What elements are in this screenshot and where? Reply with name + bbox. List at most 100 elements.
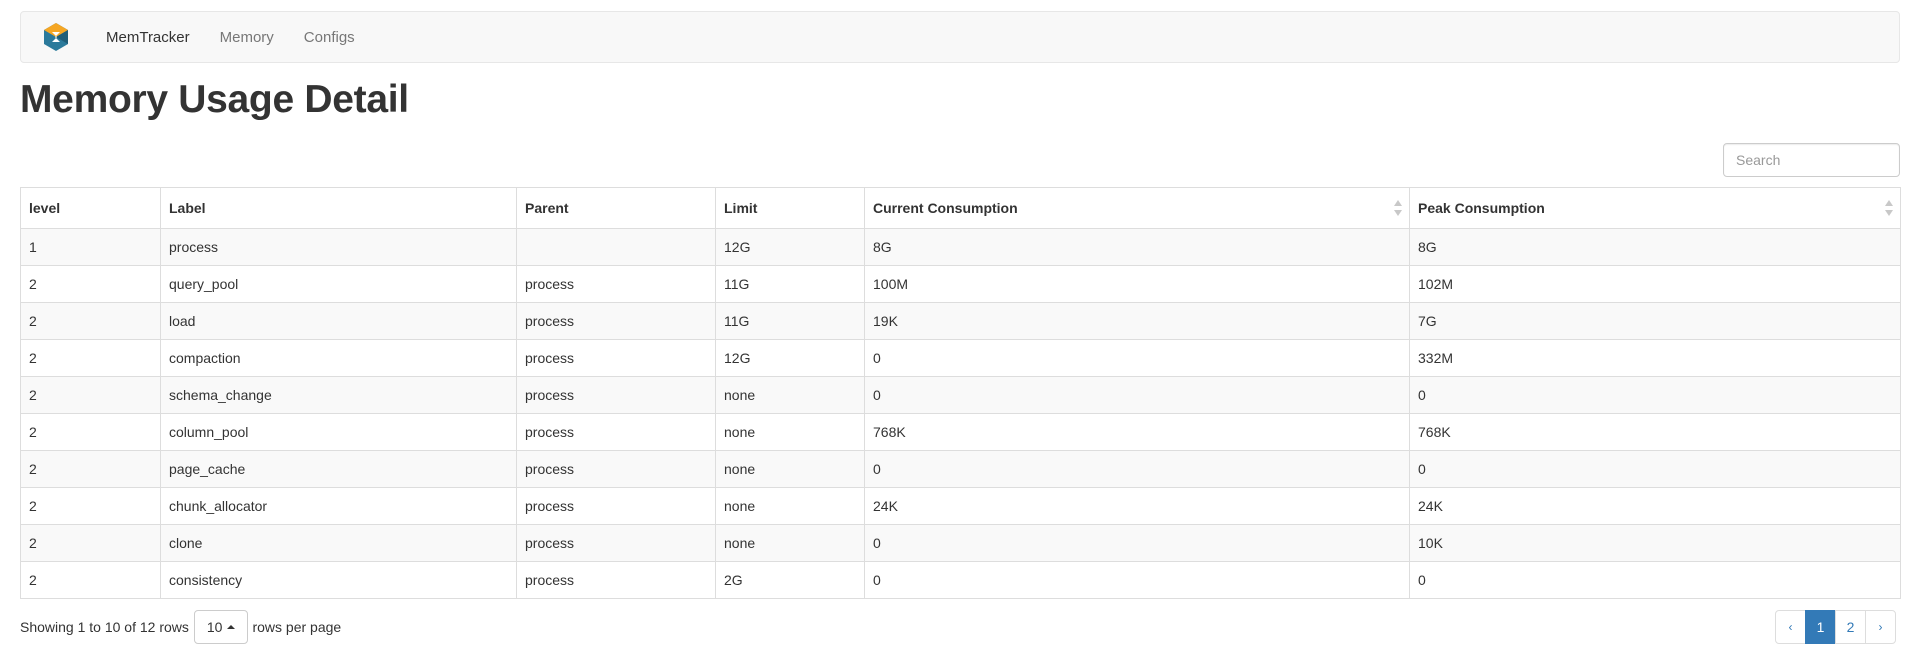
cell-peak-consumption: 332M [1409, 339, 1901, 377]
pagination-next-button[interactable]: › [1865, 610, 1896, 644]
cell-peak-consumption: 10K [1409, 524, 1901, 562]
pagination-prev-button[interactable]: ‹ [1775, 610, 1806, 644]
column-header-current-consumption[interactable]: Current Consumption [864, 187, 1410, 229]
cell-current-consumption: 0 [864, 339, 1410, 377]
cell-peak-consumption: 8G [1409, 228, 1901, 266]
pagination-page-2[interactable]: 2 [1835, 610, 1866, 644]
cell-peak-consumption: 768K [1409, 413, 1901, 451]
cell-current-consumption: 0 [864, 524, 1410, 562]
table-row: 2 clone process none 0 10K [20, 524, 1901, 562]
cell-peak-consumption: 0 [1409, 561, 1901, 599]
cell-current-consumption: 24K [864, 487, 1410, 525]
column-header-label: Peak Consumption [1418, 200, 1545, 216]
cell-parent: process [516, 450, 716, 488]
caret-up-icon [227, 625, 236, 629]
page-size-value: 10 [206, 619, 223, 635]
cell-level: 1 [20, 228, 161, 266]
table-row: 2 consistency process 2G 0 0 [20, 561, 1901, 599]
cell-label: page_cache [160, 450, 517, 488]
cell-label: chunk_allocator [160, 487, 517, 525]
cell-level: 2 [20, 413, 161, 451]
cell-level: 2 [20, 376, 161, 414]
cell-current-consumption: 768K [864, 413, 1410, 451]
cell-peak-consumption: 0 [1409, 450, 1901, 488]
column-header-label: Parent [525, 200, 569, 216]
cell-level: 2 [20, 450, 161, 488]
cell-current-consumption: 100M [864, 265, 1410, 303]
cell-level: 2 [20, 487, 161, 525]
sort-icon[interactable] [1393, 200, 1403, 216]
cell-parent: process [516, 265, 716, 303]
table-row: 2 page_cache process none 0 0 [20, 450, 1901, 488]
cell-limit: none [715, 487, 865, 525]
cell-parent: process [516, 302, 716, 340]
cell-label: process [160, 228, 517, 266]
cell-current-consumption: 19K [864, 302, 1410, 340]
cell-level: 2 [20, 524, 161, 562]
cell-current-consumption: 0 [864, 561, 1410, 599]
cell-parent: process [516, 339, 716, 377]
table-header-row: level Label Parent Limit Current Consump… [20, 187, 1901, 229]
cell-label: schema_change [160, 376, 517, 414]
sort-icon[interactable] [1884, 200, 1894, 216]
cell-current-consumption: 0 [864, 450, 1410, 488]
cell-parent: process [516, 561, 716, 599]
cell-limit: 11G [715, 302, 865, 340]
cell-limit: none [715, 450, 865, 488]
cell-limit: none [715, 524, 865, 562]
rows-per-page-text: rows per page [252, 619, 342, 635]
table-row: 2 load process 11G 19K 7G [20, 302, 1901, 340]
cell-limit: none [715, 413, 865, 451]
pagination-info: Showing 1 to 10 of 12 rows 10 rows per p… [20, 610, 341, 644]
cell-label: compaction [160, 339, 517, 377]
cell-peak-consumption: 102M [1409, 265, 1901, 303]
nav-link-configs[interactable]: Configs [304, 29, 355, 46]
cell-level: 2 [20, 302, 161, 340]
cell-level: 2 [20, 339, 161, 377]
table-row: 2 schema_change process none 0 0 [20, 376, 1901, 414]
column-header-level: level [20, 187, 161, 229]
page-title: Memory Usage Detail [20, 78, 409, 121]
cell-current-consumption: 0 [864, 376, 1410, 414]
pagination-page-1[interactable]: 1 [1805, 610, 1836, 644]
column-header-peak-consumption[interactable]: Peak Consumption [1409, 187, 1901, 229]
cell-parent: process [516, 413, 716, 451]
cell-label: query_pool [160, 265, 517, 303]
nav-link-memory[interactable]: Memory [220, 29, 274, 46]
cell-peak-consumption: 7G [1409, 302, 1901, 340]
cell-current-consumption: 8G [864, 228, 1410, 266]
cell-peak-consumption: 0 [1409, 376, 1901, 414]
table-body: 1 process 12G 8G 8G 2 query_pool process 11G 100M… [20, 228, 1901, 599]
search-input[interactable] [1723, 143, 1900, 177]
cell-level: 2 [20, 561, 161, 599]
column-header-label: Label [160, 187, 517, 229]
column-header-parent: Parent [516, 187, 716, 229]
cell-limit: 12G [715, 339, 865, 377]
table-row: 2 column_pool process none 768K 768K [20, 413, 1901, 451]
column-header-label: Limit [724, 200, 758, 216]
cell-label: clone [160, 524, 517, 562]
table-row: 2 query_pool process 11G 100M 102M [20, 265, 1901, 303]
cell-parent: process [516, 524, 716, 562]
pagination: ‹ 1 2 › [1775, 610, 1896, 644]
cell-parent: process [516, 376, 716, 414]
cell-parent [516, 228, 716, 266]
cell-parent: process [516, 487, 716, 525]
cell-label: load [160, 302, 517, 340]
nav-brand[interactable]: MemTracker [106, 29, 190, 46]
table-row: 1 process 12G 8G 8G [20, 228, 1901, 266]
cell-level: 2 [20, 265, 161, 303]
cell-limit: 12G [715, 228, 865, 266]
cell-limit: 2G [715, 561, 865, 599]
table-row: 2 chunk_allocator process none 24K 24K [20, 487, 1901, 525]
cell-limit: 11G [715, 265, 865, 303]
column-header-label: Label [169, 200, 206, 216]
navbar: MemTracker Memory Configs [20, 11, 1900, 63]
cell-label: column_pool [160, 413, 517, 451]
page-size-dropdown[interactable]: 10 [193, 610, 249, 644]
cell-label: consistency [160, 561, 517, 599]
column-header-label: level [29, 200, 61, 216]
cell-limit: none [715, 376, 865, 414]
table-row: 2 compaction process 12G 0 332M [20, 339, 1901, 377]
memtracker-logo-icon[interactable] [41, 22, 71, 52]
